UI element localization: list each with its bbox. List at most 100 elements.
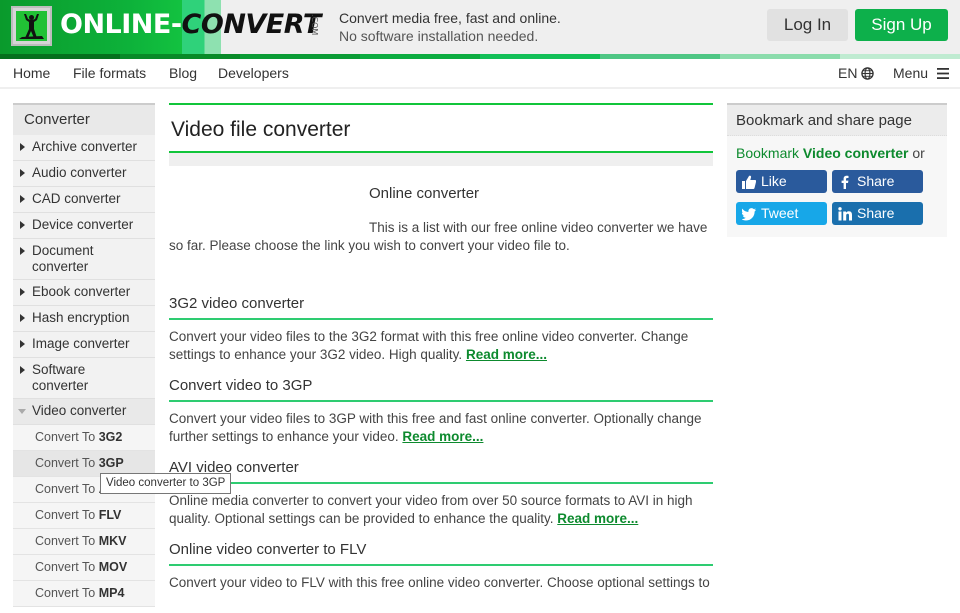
caret-right-icon (20, 366, 25, 374)
read-more-link[interactable]: Read more... (557, 511, 638, 526)
tagline-line1: Convert media free, fast and online. (339, 10, 561, 26)
section-heading: 3G2 video converter (169, 294, 713, 320)
section-heading: Convert video to 3GP (169, 376, 713, 402)
sub-prefix: Convert To (35, 508, 96, 522)
tagline-line2: No software installation needed. (339, 28, 539, 44)
logo-text-online: ONLINE- (60, 9, 182, 40)
sidebar-item-label: CAD converter (32, 191, 121, 206)
linkedin-share-button[interactable]: Share (832, 202, 923, 225)
bookmark-link[interactable]: Video converter (803, 145, 909, 161)
intro: Online converter This is a list with our… (169, 166, 713, 294)
sidebar-item-cad[interactable]: CAD converter (13, 187, 155, 213)
sub-prefix: Convert To (35, 430, 96, 444)
section-3gp: Convert video to 3GP Convert your video … (169, 376, 713, 446)
caret-right-icon (20, 195, 25, 203)
signup-button[interactable]: Sign Up (855, 9, 948, 41)
hamburger-icon (936, 68, 949, 79)
nav-blog[interactable]: Blog (169, 65, 197, 81)
logo-com: .COM (310, 14, 319, 36)
login-button[interactable]: Log In (767, 9, 848, 41)
sidebar-item-archive[interactable]: Archive converter (13, 135, 155, 161)
language-label: EN (838, 65, 858, 81)
sub-format: MOV (98, 560, 128, 574)
facebook-share-button[interactable]: Share (832, 170, 923, 193)
section-heading: AVI video converter (169, 458, 713, 484)
thumbs-up-icon (742, 175, 756, 189)
caret-down-icon (18, 409, 26, 414)
twitter-tweet-button[interactable]: Tweet (736, 202, 827, 225)
caret-right-icon (20, 221, 25, 229)
tweet-label: Tweet (761, 205, 799, 221)
sidebar-item-software[interactable]: Software converter (13, 358, 155, 399)
sidebar-item-video[interactable]: Video converter (13, 399, 155, 425)
sidebar-sub-mp4[interactable]: Convert To MP4 (13, 581, 155, 607)
sidebar-sub-3g2[interactable]: Convert To 3G2 (13, 425, 155, 451)
sidebar-item-device[interactable]: Device converter (13, 213, 155, 239)
read-more-link[interactable]: Read more... (402, 429, 483, 444)
sub-format: 3G2 (98, 430, 123, 444)
like-label: Like (761, 173, 787, 189)
section-3g2: 3G2 video converter Convert your video f… (169, 294, 713, 364)
section-text: Convert your video files to 3GP with thi… (169, 410, 713, 446)
logo[interactable]: ONLINE-CONVERT .COM (0, 0, 325, 54)
facebook-like-button[interactable]: Like (736, 170, 827, 193)
section-text: Online media converter to convert your v… (169, 492, 713, 528)
caret-right-icon (20, 247, 25, 255)
language-selector[interactable]: EN (838, 65, 875, 81)
sidebar-item-label: Image converter (32, 336, 130, 351)
tooltip: Video converter to 3GP (100, 473, 232, 494)
sidebar-item-document[interactable]: Document converter (13, 239, 155, 280)
main-content: Video file converter Online converter Th… (169, 103, 713, 604)
section-text: Convert your video to FLV with this free… (169, 574, 713, 592)
page-title: Video file converter (169, 103, 713, 153)
sidebar-item-label: Hash encryption (32, 310, 130, 325)
menu-button[interactable]: Menu (893, 65, 949, 81)
caret-right-icon (20, 143, 25, 151)
caret-right-icon (20, 288, 25, 296)
section-flv: Online video converter to FLV Convert yo… (169, 540, 713, 592)
sub-format: MKV (98, 534, 127, 548)
sidebar-item-label: Audio converter (32, 165, 127, 180)
sub-format: FLV (98, 508, 122, 522)
sub-prefix: Convert To (35, 482, 96, 496)
converter-sidebar: Converter Archive converter Audio conver… (13, 103, 155, 607)
nav-developers[interactable]: Developers (218, 65, 289, 81)
section-heading: Online video converter to FLV (169, 540, 713, 566)
tagline: Convert media free, fast and online. No … (339, 9, 561, 45)
top-nav: Home File formats Blog Developers EN Men… (0, 59, 960, 89)
bookmark-word[interactable]: Bookmark (736, 145, 799, 161)
nav-file-formats[interactable]: File formats (73, 65, 146, 81)
bookmark-line: Bookmark Video converter or (736, 145, 938, 161)
twitter-icon (742, 207, 756, 220)
li-share-label: Share (857, 205, 895, 221)
sub-prefix: Convert To (35, 560, 96, 574)
sidebar-sub-mkv[interactable]: Convert To MKV (13, 529, 155, 555)
sub-prefix: Convert To (35, 586, 96, 600)
globe-icon (861, 67, 875, 80)
share-panel-title: Bookmark and share page (727, 103, 947, 136)
section-avi: AVI video converter Online media convert… (169, 458, 713, 528)
sidebar-item-ebook[interactable]: Ebook converter (13, 280, 155, 306)
read-more-link[interactable]: Read more... (466, 347, 547, 362)
sidebar-item-label: Device converter (32, 217, 134, 232)
menu-label: Menu (893, 65, 929, 81)
sidebar-item-hash[interactable]: Hash encryption (13, 306, 155, 332)
site-header: ONLINE-CONVERT .COM Convert media free, … (0, 0, 960, 54)
sidebar-title: Converter (13, 103, 155, 135)
sub-prefix: Convert To (35, 456, 96, 470)
sidebar-item-label: Document converter (32, 243, 94, 274)
sidebar-item-image[interactable]: Image converter (13, 332, 155, 358)
sub-format: 3GP (98, 456, 124, 470)
sub-prefix: Convert To (35, 534, 96, 548)
fb-share-label: Share (857, 173, 895, 189)
intro-text: This is a list with our free online vide… (169, 220, 708, 253)
section-body: Convert your video to FLV with this free… (169, 575, 710, 590)
sidebar-item-audio[interactable]: Audio converter (13, 161, 155, 187)
sidebar-sub-mov[interactable]: Convert To MOV (13, 555, 155, 581)
logo-wordmark: ONLINE-CONVERT (60, 9, 321, 41)
logo-emblem (11, 6, 52, 46)
sidebar-sub-flv[interactable]: Convert To FLV (13, 503, 155, 529)
share-panel: Bookmark and share page Bookmark Video c… (727, 103, 947, 237)
nav-home[interactable]: Home (13, 65, 50, 81)
logo-text-convert: CONVERT (181, 9, 322, 40)
